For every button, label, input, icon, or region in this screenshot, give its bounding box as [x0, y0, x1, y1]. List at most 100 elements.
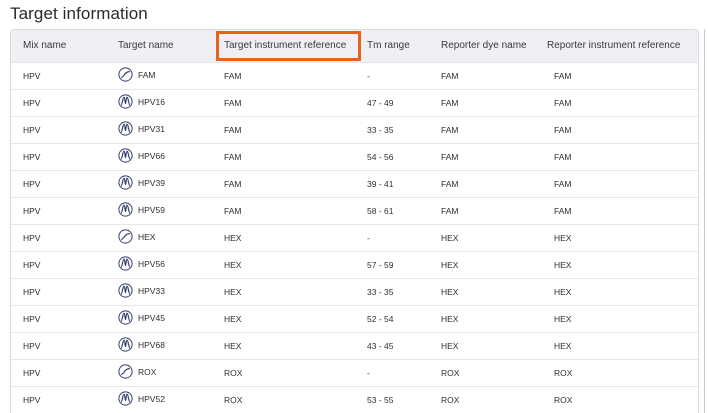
reporter-dye-name-cell: FAM — [441, 178, 459, 189]
reporter-dye-name-cell: ROX — [441, 367, 460, 378]
reporter-instrument-reference-cell: HEX — [554, 340, 572, 351]
mix-name-cell: HPV — [23, 70, 41, 81]
reporter-dye-name-cell: ROX — [441, 394, 460, 405]
table-row[interactable]: HPV HPV33 HEX 33 - 35 HEX HEX — [11, 278, 698, 305]
table-row[interactable]: HPV HPV68 HEX 43 - 45 HEX HEX — [11, 332, 698, 359]
melt-peak-icon — [118, 283, 133, 298]
melt-peak-icon — [118, 337, 133, 352]
target-instrument-reference-cell: HEX — [224, 232, 242, 243]
table-row[interactable]: HPV HPV59 FAM 58 - 61 FAM FAM — [11, 197, 698, 224]
target-instrument-reference-cell: FAM — [224, 97, 242, 108]
target-name-cell: HPV68 — [106, 332, 212, 359]
table-row[interactable]: HPV HPV39 FAM 39 - 41 FAM FAM — [11, 170, 698, 197]
sigmoid-curve-icon — [118, 67, 133, 82]
tm-range-cell: 57 - 59 — [367, 259, 394, 270]
melt-peak-icon — [118, 310, 133, 325]
target-instrument-reference-cell: HEX — [224, 340, 242, 351]
target-name-cell: HPV16 — [106, 89, 212, 116]
tm-range-cell: - — [367, 367, 370, 378]
table-row[interactable]: HPV HEX HEX - HEX HEX — [11, 224, 698, 251]
target-name-cell: HPV59 — [106, 197, 212, 224]
target-instrument-reference-cell: HEX — [224, 313, 242, 324]
reporter-instrument-reference-cell: FAM — [554, 124, 572, 135]
scrollbar-track[interactable] — [704, 29, 705, 413]
reporter-instrument-reference-cell: FAM — [554, 97, 572, 108]
target-name-label: HPV59 — [138, 204, 165, 215]
table-row[interactable]: HPV ROX ROX - ROX ROX — [11, 359, 698, 386]
table-row[interactable]: HPV HPV16 FAM 47 - 49 FAM FAM — [11, 89, 698, 116]
target-information-table: Mix name Target name Target instrument r… — [10, 29, 699, 413]
target-instrument-reference-cell: FAM — [224, 205, 242, 216]
table-row[interactable]: HPV HPV45 HEX 52 - 54 HEX HEX — [11, 305, 698, 332]
table-row[interactable]: HPV FAM FAM - FAM FAM — [11, 62, 698, 89]
target-name-label: HPV45 — [138, 312, 165, 323]
column-header-reporter-instrument-reference[interactable]: Reporter instrument reference — [535, 30, 698, 62]
reporter-instrument-reference-cell: FAM — [554, 70, 572, 81]
tm-range-cell: 53 - 55 — [367, 394, 394, 405]
target-instrument-reference-cell: FAM — [224, 178, 242, 189]
reporter-dye-name-cell: FAM — [441, 97, 459, 108]
target-instrument-reference-cell: HEX — [224, 259, 242, 270]
melt-peak-icon — [118, 121, 133, 136]
melt-peak-icon — [118, 391, 133, 406]
target-name-label: ROX — [138, 366, 157, 377]
target-name-label: HPV31 — [138, 123, 165, 134]
tm-range-cell: 39 - 41 — [367, 178, 394, 189]
reporter-instrument-reference-cell: HEX — [554, 259, 572, 270]
tm-range-cell: 43 - 45 — [367, 340, 394, 351]
target-name-cell: ROX — [106, 359, 212, 386]
reporter-dye-name-cell: HEX — [441, 259, 459, 270]
target-instrument-reference-cell: ROX — [224, 394, 243, 405]
target-name-label: FAM — [138, 69, 156, 80]
mix-name-cell: HPV — [23, 313, 41, 324]
table-row[interactable]: HPV HPV66 FAM 54 - 56 FAM FAM — [11, 143, 698, 170]
target-instrument-reference-cell: FAM — [224, 70, 242, 81]
column-header-tm-range[interactable]: Tm range — [355, 30, 429, 62]
melt-peak-icon — [118, 94, 133, 109]
table-header-row: Mix name Target name Target instrument r… — [11, 30, 698, 62]
target-instrument-reference-cell: FAM — [224, 151, 242, 162]
mix-name-cell: HPV — [23, 178, 41, 189]
reporter-instrument-reference-cell: FAM — [554, 178, 572, 189]
tm-range-cell: 47 - 49 — [367, 97, 394, 108]
target-name-cell: HEX — [106, 224, 212, 251]
mix-name-cell: HPV — [23, 151, 41, 162]
reporter-instrument-reference-cell: ROX — [554, 394, 573, 405]
page-title: Target information — [10, 4, 148, 23]
column-header-reporter-dye-name[interactable]: Reporter dye name — [429, 30, 535, 62]
target-name-label: HPV39 — [138, 177, 165, 188]
column-header-target-name[interactable]: Target name — [106, 30, 212, 62]
target-name-cell: HPV39 — [106, 170, 212, 197]
tm-range-cell: 33 - 35 — [367, 286, 394, 297]
target-name-label: HPV33 — [138, 285, 165, 296]
column-header-mix-name[interactable]: Mix name — [11, 30, 106, 62]
mix-name-cell: HPV — [23, 340, 41, 351]
reporter-instrument-reference-cell: FAM — [554, 151, 572, 162]
melt-peak-icon — [118, 175, 133, 190]
tm-range-cell: 58 - 61 — [367, 205, 394, 216]
reporter-dye-name-cell: HEX — [441, 313, 459, 324]
mix-name-cell: HPV — [23, 232, 41, 243]
table-row[interactable]: HPV HPV56 HEX 57 - 59 HEX HEX — [11, 251, 698, 278]
column-header-target-instrument-reference[interactable]: Target instrument reference — [212, 30, 355, 62]
reporter-dye-name-cell: HEX — [441, 286, 459, 297]
tm-range-cell: 52 - 54 — [367, 313, 394, 324]
tm-range-cell: - — [367, 232, 370, 243]
target-name-label: HPV66 — [138, 150, 165, 161]
reporter-dye-name-cell: HEX — [441, 232, 459, 243]
mix-name-cell: HPV — [23, 394, 41, 405]
reporter-dye-name-cell: FAM — [441, 205, 459, 216]
mix-name-cell: HPV — [23, 367, 41, 378]
target-name-cell: HPV33 — [106, 278, 212, 305]
table-row[interactable]: HPV HPV31 FAM 33 - 35 FAM FAM — [11, 116, 698, 143]
table-row[interactable]: HPV HPV52 ROX 53 - 55 ROX ROX — [11, 386, 698, 413]
reporter-instrument-reference-cell: HEX — [554, 286, 572, 297]
melt-peak-icon — [118, 202, 133, 217]
target-name-label: HEX — [138, 231, 156, 242]
mix-name-cell: HPV — [23, 205, 41, 216]
melt-peak-icon — [118, 256, 133, 271]
reporter-dye-name-cell: FAM — [441, 70, 459, 81]
tm-range-cell: 54 - 56 — [367, 151, 394, 162]
tm-range-cell: - — [367, 70, 370, 81]
reporter-dye-name-cell: FAM — [441, 124, 459, 135]
